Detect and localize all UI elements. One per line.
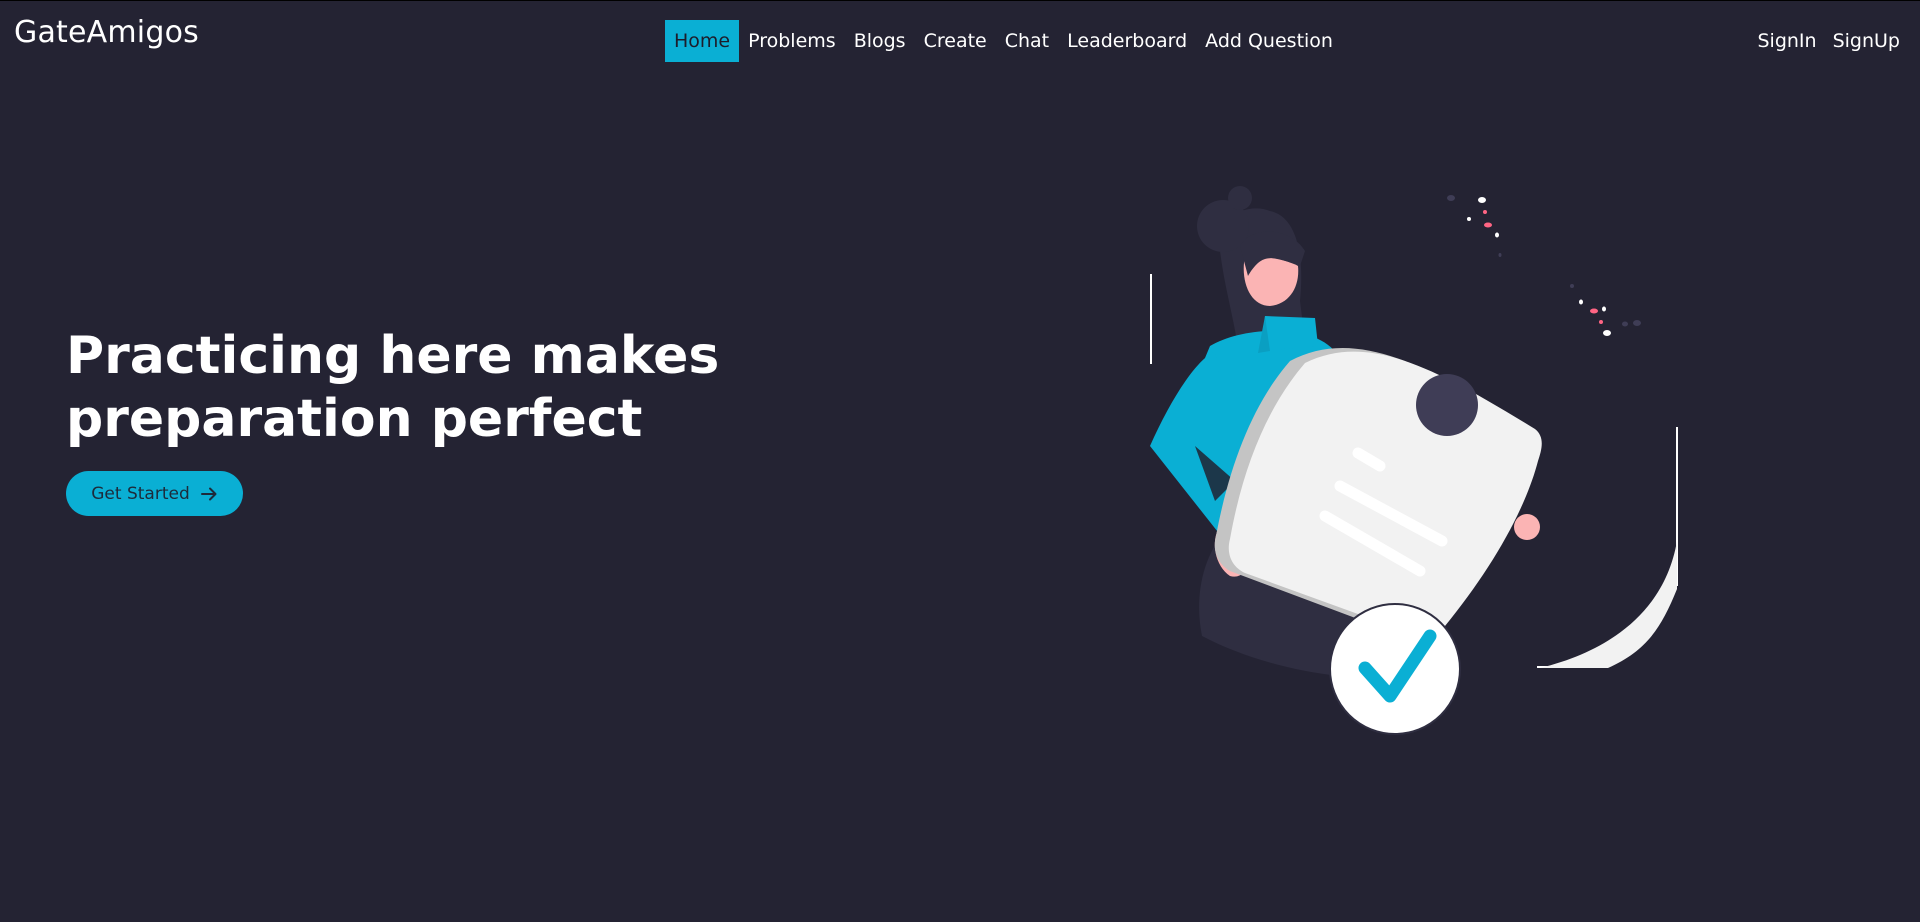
brand-logo[interactable]: GateAmigos: [14, 15, 199, 50]
arrow-right-icon: [200, 487, 217, 500]
hero-title-line-1: Practicing here makes: [66, 326, 720, 386]
signin-link[interactable]: SignIn: [1749, 20, 1824, 62]
home-page: GateAmigos Home Problems Blogs Create Ch…: [0, 0, 1920, 922]
hero-title: Practicing here makes preparation perfec…: [66, 325, 826, 451]
hero-title-line-2: preparation perfect: [66, 389, 643, 449]
nav-links: Home Problems Blogs Create Chat Leaderbo…: [665, 20, 1342, 62]
get-started-button[interactable]: Get Started: [66, 471, 243, 516]
nav-link-add-question[interactable]: Add Question: [1196, 20, 1342, 62]
nav-link-problems[interactable]: Problems: [739, 20, 845, 62]
auth-links: SignIn SignUp: [1749, 20, 1908, 62]
nav-link-home[interactable]: Home: [665, 20, 740, 62]
get-started-label: Get Started: [91, 483, 190, 504]
signup-link[interactable]: SignUp: [1825, 20, 1908, 62]
navbar: GateAmigos Home Problems Blogs Create Ch…: [0, 1, 1920, 77]
person-holding-checklist-illustration: [1150, 186, 1678, 735]
nav-link-chat[interactable]: Chat: [996, 20, 1058, 62]
nav-link-create[interactable]: Create: [915, 20, 996, 62]
nav-link-blogs[interactable]: Blogs: [845, 20, 915, 62]
nav-link-leaderboard[interactable]: Leaderboard: [1058, 20, 1196, 62]
